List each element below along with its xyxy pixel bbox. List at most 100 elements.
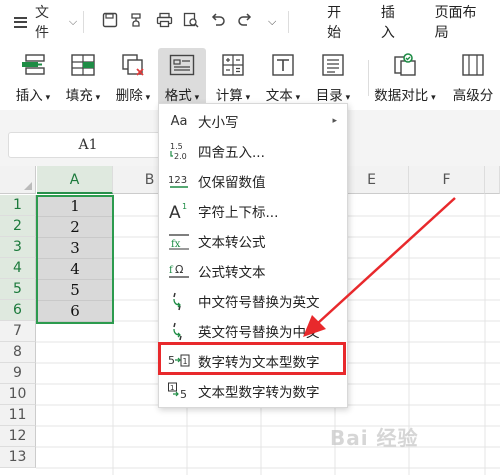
menu-item-text-to-formula[interactable]: fx 文本转公式 [159,226,347,256]
divider [83,11,85,33]
row-header[interactable]: 11 [0,405,36,426]
row-header[interactable]: 4 [0,258,36,279]
row-header[interactable]: 10 [0,384,36,405]
insert-label: 插入 [15,88,43,104]
chevron-down-icon: ⌵ [68,15,78,28]
tab-page-layout[interactable]: 页面布局 [421,2,500,42]
cell-a3[interactable]: 3 [37,238,113,259]
menu-item-round[interactable]: 1.5 2.0 四舍五入... [159,136,347,166]
hamburger-icon [14,16,27,28]
delete-icon [119,52,147,78]
name-box[interactable]: A1 [8,132,168,158]
menu-item-super-subscript[interactable]: A1 字符上下标... [159,196,347,226]
cell-a6[interactable]: 6 [37,301,113,322]
text-button[interactable]: 文本 ▾ [260,48,306,106]
menu-item-label: 中文符号替换为英文 [198,295,320,311]
svg-text:5: 5 [180,388,187,400]
data-compare-icon [391,52,419,78]
en-to-cn-symbol-icon [168,321,190,341]
menu-item-text-number-to-number[interactable]: 15 文本型数字转为数字 [159,376,347,406]
cell-a5[interactable]: 5 [37,280,113,301]
calculate-button[interactable]: 计算 ▾ [210,48,256,106]
tab-insert[interactable]: 插入 [367,2,421,42]
menu-item-values-only[interactable]: 123 仅保留数值 [159,166,347,196]
advanced-split-icon [459,52,487,78]
file-menu[interactable]: 文件 ⌵ [14,2,77,42]
text-label: 文本 [265,88,293,104]
svg-text:fx: fx [171,239,181,250]
row-header[interactable]: 9 [0,363,36,384]
menu-item-label: 英文符号替换为中文 [198,325,320,341]
undo-icon[interactable] [208,12,228,32]
menu-item-label: 文本型数字转为数字 [198,385,320,401]
text-to-number-icon: 15 [168,382,190,400]
watermark: Bai 经验 [330,426,419,450]
superscript-icon: A1 [168,201,190,221]
file-menu-label: 文件 [34,5,49,41]
format-icon [168,52,196,78]
menu-item-label: 大小写 [198,115,239,131]
values-only-icon: 123 [168,172,190,190]
row-header[interactable]: 3 [0,237,36,258]
menu-item-label: 公式转文本 [198,265,266,281]
menu-item-label: 文本转公式 [198,235,266,251]
row-header[interactable]: 13 [0,447,36,468]
svg-text:123: 123 [168,175,187,186]
svg-text:A: A [169,203,181,221]
menu-item-formula-to-text[interactable]: fΩ 公式转文本 [159,256,347,286]
row-header[interactable]: 6 [0,300,36,321]
menu-item-cn-to-en-symbols[interactable]: 中文符号替换为英文 [159,286,347,316]
advanced-split-label: 高级分 [452,88,494,104]
column-header-a[interactable]: A [37,166,113,194]
svg-text:1: 1 [182,202,187,211]
menu-item-label: 四舍五入... [198,145,265,161]
cell-a4[interactable]: 4 [37,259,113,280]
print-icon[interactable] [154,12,174,32]
save-icon[interactable] [100,12,120,32]
highlight-box [158,342,346,375]
menu-item-label: 字符上下标... [198,205,279,221]
svg-text:f: f [169,265,174,276]
row-header[interactable]: 1 [0,195,36,216]
calculator-icon [219,52,247,78]
format-painter-icon[interactable] [127,12,147,32]
tab-home[interactable]: 开始 [313,2,367,42]
insert-icon [19,52,47,78]
row-header[interactable]: 2 [0,216,36,237]
data-compare-label: 数据对比 [374,88,429,104]
text-icon [269,52,297,78]
ribbon-tabs: 开始 插入 页面布局 [313,2,500,42]
format-button[interactable]: 格式 ▾ [158,48,206,106]
fill-button[interactable]: 填充 ▾ [60,48,106,106]
toc-button[interactable]: 目录 ▾ [310,48,356,106]
cell-a2[interactable]: 2 [37,217,113,238]
advanced-split-button[interactable]: 高级分 [446,48,500,106]
insert-button[interactable]: 插入 ▾ [10,48,56,106]
formula-to-text-icon: fΩ [168,262,190,280]
ribbon-toolbar: 插入 ▾ 填充 ▾ 删除 ▾ 格式 ▾ 计算 ▾ 文本 ▾ 目录 ▾ 数据对比 … [0,44,500,110]
text-to-formula-icon: fx [168,232,190,250]
cell-a1[interactable]: 1 [37,196,113,217]
row-header[interactable]: 5 [0,279,36,300]
fill-label: 填充 [65,88,93,104]
toc-label: 目录 [315,88,343,104]
row-header[interactable]: 7 [0,321,36,342]
svg-text:2.0: 2.0 [174,152,187,161]
redo-icon[interactable] [235,12,255,32]
row-header[interactable]: 12 [0,426,36,447]
calculate-label: 计算 [215,88,243,104]
print-preview-icon[interactable] [181,12,201,32]
column-header-g[interactable] [485,166,500,194]
title-bar: 文件 ⌵ ⌵ 开始 插入 页面布局 [0,0,500,44]
select-all-corner[interactable] [0,166,36,194]
menu-item-case[interactable]: Aa 大小写 ▸ [159,106,347,136]
svg-text:1: 1 [170,384,174,392]
customize-dropdown-icon[interactable]: ⌵ [262,15,282,29]
data-compare-button[interactable]: 数据对比 ▾ [370,48,440,106]
row-header[interactable]: 8 [0,342,36,363]
delete-button[interactable]: 删除 ▾ [110,48,156,106]
column-header-f[interactable]: F [409,166,485,194]
delete-label: 删除 [115,88,143,104]
format-label: 格式 [164,88,192,104]
toc-icon [319,52,347,78]
